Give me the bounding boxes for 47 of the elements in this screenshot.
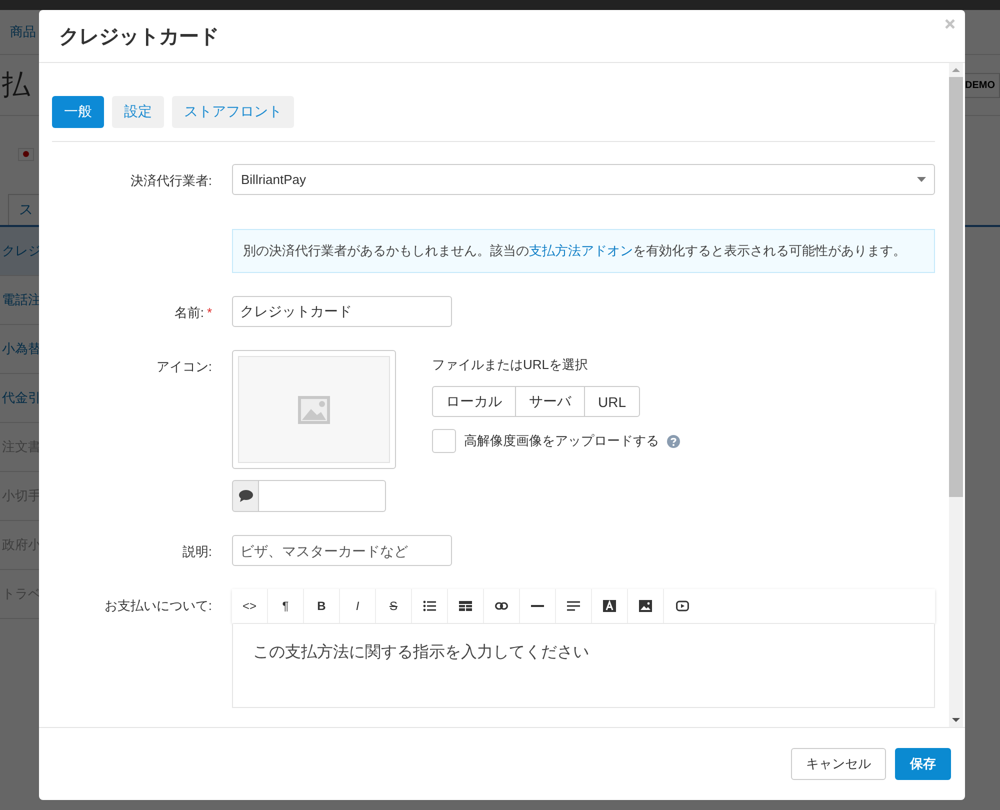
caret-icon — [917, 177, 926, 182]
field-label: アイコン: — [156, 359, 212, 374]
checkbox[interactable] — [432, 429, 456, 453]
speech-bubble-icon — [238, 490, 252, 502]
link-icon[interactable] — [495, 600, 508, 612]
image-icon[interactable] — [639, 600, 652, 612]
required-mark: * — [206, 305, 212, 320]
paragraph-button[interactable]: ¶ — [268, 589, 304, 623]
help-icon[interactable] — [667, 434, 680, 448]
page-title: 払 — [2, 68, 30, 102]
flag-icon[interactable] — [18, 148, 34, 160]
bold-button[interactable]: B — [304, 589, 340, 623]
font-icon[interactable] — [603, 600, 616, 612]
addon-link[interactable]: 支払方法アドオン — [529, 243, 633, 258]
code-view-button[interactable]: <> — [232, 589, 268, 623]
field-label: 名前: — [174, 305, 204, 320]
image-placeholder-icon — [298, 396, 330, 424]
list-icon[interactable] — [423, 600, 436, 612]
italic-button[interactable]: I — [340, 589, 376, 623]
source-button[interactable]: サーバ — [515, 386, 585, 417]
source-button[interactable]: ローカル — [432, 386, 516, 417]
nav-link[interactable]: 商品 — [10, 23, 36, 41]
strikethrough-button[interactable]: S — [376, 589, 412, 623]
editor-area[interactable]: この支払方法に関する指示を入力してください — [232, 624, 935, 708]
video-icon[interactable] — [676, 600, 688, 612]
field-label: お支払いについて: — [104, 598, 212, 613]
alt-text-field[interactable] — [259, 480, 386, 512]
tab[interactable]: ストアフロント — [172, 96, 294, 128]
tab[interactable]: 設定 — [112, 96, 164, 128]
field-label: 決済代行業者: — [130, 173, 212, 188]
info-notice: 別の決済代行業者があるかもしれません。該当の支払方法アドオンを有効化すると表示される可能性があります。 — [232, 229, 935, 273]
select-value: BillriantPay — [241, 172, 306, 187]
field-label: 説明: — [182, 544, 212, 559]
checkbox-label: 高解像度画像をアップロードする — [464, 432, 659, 450]
select-field[interactable]: BillriantPay — [232, 164, 935, 195]
source-label: ファイルまたはURLを選択 — [432, 356, 590, 374]
dialog-title: クレジットカード — [59, 24, 219, 50]
tab[interactable]: 一般 — [52, 96, 104, 128]
text-field[interactable]: ビザ、マスターカードなど — [232, 535, 452, 566]
scrollbar[interactable] — [949, 63, 963, 727]
table-icon[interactable] — [459, 600, 472, 612]
text-field[interactable]: クレジットカード — [232, 296, 452, 327]
source-button[interactable]: URL — [584, 386, 640, 417]
scrollbar-thumb[interactable] — [949, 77, 963, 497]
align-left-icon[interactable] — [567, 600, 580, 612]
save-button[interactable]: 保存 — [895, 748, 951, 780]
cancel-button[interactable]: キャンセル — [791, 748, 886, 780]
